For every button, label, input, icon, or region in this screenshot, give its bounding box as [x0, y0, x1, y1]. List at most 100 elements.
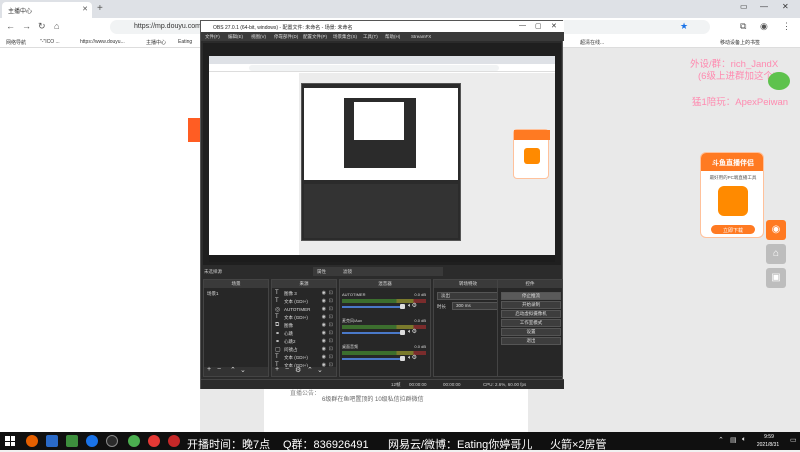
tray-expand-icon[interactable]: ⌃ — [718, 436, 724, 444]
lock-icon[interactable]: ⊡ — [329, 290, 333, 296]
app-icon[interactable] — [66, 435, 78, 447]
menu-docks[interactable]: 停靠部件(D) — [274, 34, 298, 40]
close-tab-icon[interactable]: ✕ — [82, 5, 88, 13]
volume-slider-handle[interactable] — [400, 304, 405, 309]
source-item[interactable]: ◎ AUTOTIMER ◉ ⊡ — [272, 306, 336, 314]
move-up-icon[interactable]: ⌃ — [307, 366, 313, 374]
bookmark-item[interactable]: https://www.douyu... — [80, 39, 125, 45]
source-settings-icon[interactable]: ⚙ — [295, 366, 301, 374]
network-icon[interactable]: ▤ — [730, 436, 737, 444]
volume-slider-handle[interactable] — [400, 330, 405, 335]
volume-slider[interactable] — [342, 332, 400, 334]
obs-maximize-icon[interactable]: ▢ — [535, 22, 542, 30]
app-icon[interactable] — [86, 435, 98, 447]
record-icon[interactable]: ◉ — [766, 220, 786, 240]
app-icon[interactable] — [46, 435, 58, 447]
mute-settings-icon[interactable]: 🔈︎⚙ — [408, 328, 417, 336]
filters-button[interactable]: 滤镜 — [343, 269, 352, 275]
visibility-eye-icon[interactable]: ◉ — [322, 306, 326, 312]
app-icon[interactable] — [168, 435, 180, 447]
home-side-icon[interactable]: ⌂ — [766, 244, 786, 264]
move-down-icon[interactable]: ⌄ — [240, 366, 246, 374]
forward-icon[interactable]: → — [22, 21, 31, 31]
profile-icon[interactable]: ◉ — [760, 21, 768, 32]
add-scene-icon[interactable]: + — [207, 366, 211, 373]
visibility-eye-icon[interactable]: ◉ — [322, 346, 326, 352]
volume-slider-handle[interactable] — [400, 356, 405, 361]
start-recording-button[interactable]: 开始录制 — [501, 301, 561, 309]
remove-source-icon[interactable]: − — [285, 366, 289, 373]
tray-date[interactable]: 2021/8/31 — [750, 442, 786, 448]
bookmark-item[interactable]: 移动设备上的书签 — [720, 39, 760, 46]
lock-icon[interactable]: ⊡ — [329, 354, 333, 360]
reload-icon[interactable]: ↻ — [38, 21, 46, 32]
visibility-eye-icon[interactable]: ◉ — [322, 322, 326, 328]
chrome-icon[interactable] — [128, 435, 140, 447]
menu-help[interactable]: 帮助(H) — [385, 34, 400, 40]
source-item[interactable]: T 文本 (GDI+) ◉ ⊡ — [272, 354, 336, 362]
settings-button[interactable]: 设置 — [501, 328, 561, 336]
windows-start-icon[interactable] — [5, 436, 15, 446]
start-virtual-camera-button[interactable]: 启动虚拟摄像机 — [501, 310, 561, 318]
new-tab-icon[interactable]: + — [97, 3, 103, 14]
visibility-eye-icon[interactable]: ◉ — [322, 330, 326, 336]
menu-edit[interactable]: 编辑(E) — [228, 34, 243, 40]
visibility-eye-icon[interactable]: ◉ — [322, 290, 326, 296]
volume-icon[interactable]: 🔈︎ — [742, 436, 746, 444]
source-item[interactable]: ▢ 问號占 ◉ ⊡ — [272, 346, 336, 354]
source-item[interactable]: ⚭ 心跳2 ◉ ⊡ — [272, 338, 336, 346]
source-item[interactable]: ⧉ 图像 ◉ ⊡ — [272, 322, 336, 330]
star-icon[interactable]: ★ — [680, 21, 688, 32]
lock-icon[interactable]: ⊡ — [329, 322, 333, 328]
visibility-eye-icon[interactable]: ◉ — [322, 354, 326, 360]
minimize-icon[interactable]: ▭ — [740, 2, 748, 11]
bookmark-item[interactable]: Eating — [178, 39, 192, 45]
download-button[interactable]: 立即下载 — [711, 225, 755, 234]
screen-side-icon[interactable]: ▣ — [766, 268, 786, 288]
firefox-icon[interactable] — [26, 435, 38, 447]
lock-icon[interactable]: ⊡ — [329, 314, 333, 320]
move-up-icon[interactable]: ⌃ — [230, 366, 236, 374]
lock-icon[interactable]: ⊡ — [329, 330, 333, 336]
obs-icon[interactable] — [106, 435, 118, 447]
menu-tools[interactable]: 工具(T) — [363, 34, 378, 40]
source-item[interactable]: ⚭ 心跳 ◉ ⊡ — [272, 330, 336, 338]
remove-scene-icon[interactable]: − — [217, 366, 221, 373]
back-icon[interactable]: ← — [6, 21, 15, 31]
menu-view[interactable]: 视图(V) — [251, 34, 266, 40]
tray-time[interactable]: 9:59 — [754, 434, 784, 440]
obs-close-icon[interactable]: ✕ — [551, 22, 557, 30]
menu-streamfx[interactable]: StreamFX — [411, 34, 431, 39]
menu-scene-collection[interactable]: 场景集合(S) — [333, 34, 357, 40]
obs-preview[interactable] — [203, 43, 561, 265]
visibility-eye-icon[interactable]: ◉ — [322, 314, 326, 320]
source-item[interactable]: T 文本 (GDI+) ◉ ⊡ — [272, 314, 336, 322]
visibility-eye-icon[interactable]: ◉ — [322, 298, 326, 304]
studio-mode-button[interactable]: 工作室模式 — [501, 319, 561, 327]
menu-file[interactable]: 文件(F) — [205, 34, 220, 40]
scene-item[interactable]: 场景1 — [207, 291, 219, 297]
bookmark-item[interactable]: 网络导航 — [6, 39, 26, 46]
add-source-icon[interactable]: + — [275, 366, 279, 373]
restore-icon[interactable]: — — [760, 2, 768, 11]
lock-icon[interactable]: ⊡ — [329, 346, 333, 352]
extension-icon[interactable]: ⧉ — [740, 21, 746, 32]
mute-settings-icon[interactable]: 🔈︎⚙ — [408, 354, 417, 362]
stop-streaming-button[interactable]: 停止推流 — [501, 292, 561, 300]
obs-window[interactable]: OBS 27.0.1 (64-bit, windows) - 配置文件: 未命名… — [200, 20, 564, 389]
volume-slider[interactable] — [342, 358, 400, 360]
visibility-eye-icon[interactable]: ◉ — [322, 338, 326, 344]
transition-select[interactable]: 淡出 — [437, 292, 501, 300]
menu-profile[interactable]: 配置文件(P) — [303, 34, 327, 40]
properties-button[interactable]: 属性 — [317, 269, 326, 275]
lock-icon[interactable]: ⊡ — [329, 338, 333, 344]
move-down-icon[interactable]: ⌄ — [317, 366, 323, 374]
home-icon[interactable]: ⌂ — [54, 21, 59, 31]
close-window-icon[interactable]: ✕ — [782, 2, 789, 11]
exit-button[interactable]: 退出 — [501, 337, 561, 345]
download-ad-card[interactable]: 斗鱼直播伴侣 最好用的PC端直播工具 立即下载 — [700, 152, 764, 238]
notification-icon[interactable]: ▭ — [790, 436, 797, 444]
obs-minimize-icon[interactable]: — — [519, 22, 526, 29]
bookmark-item[interactable]: 主播中心 — [146, 39, 166, 46]
bookmark-item[interactable]: "-"ICO ... — [40, 39, 60, 45]
